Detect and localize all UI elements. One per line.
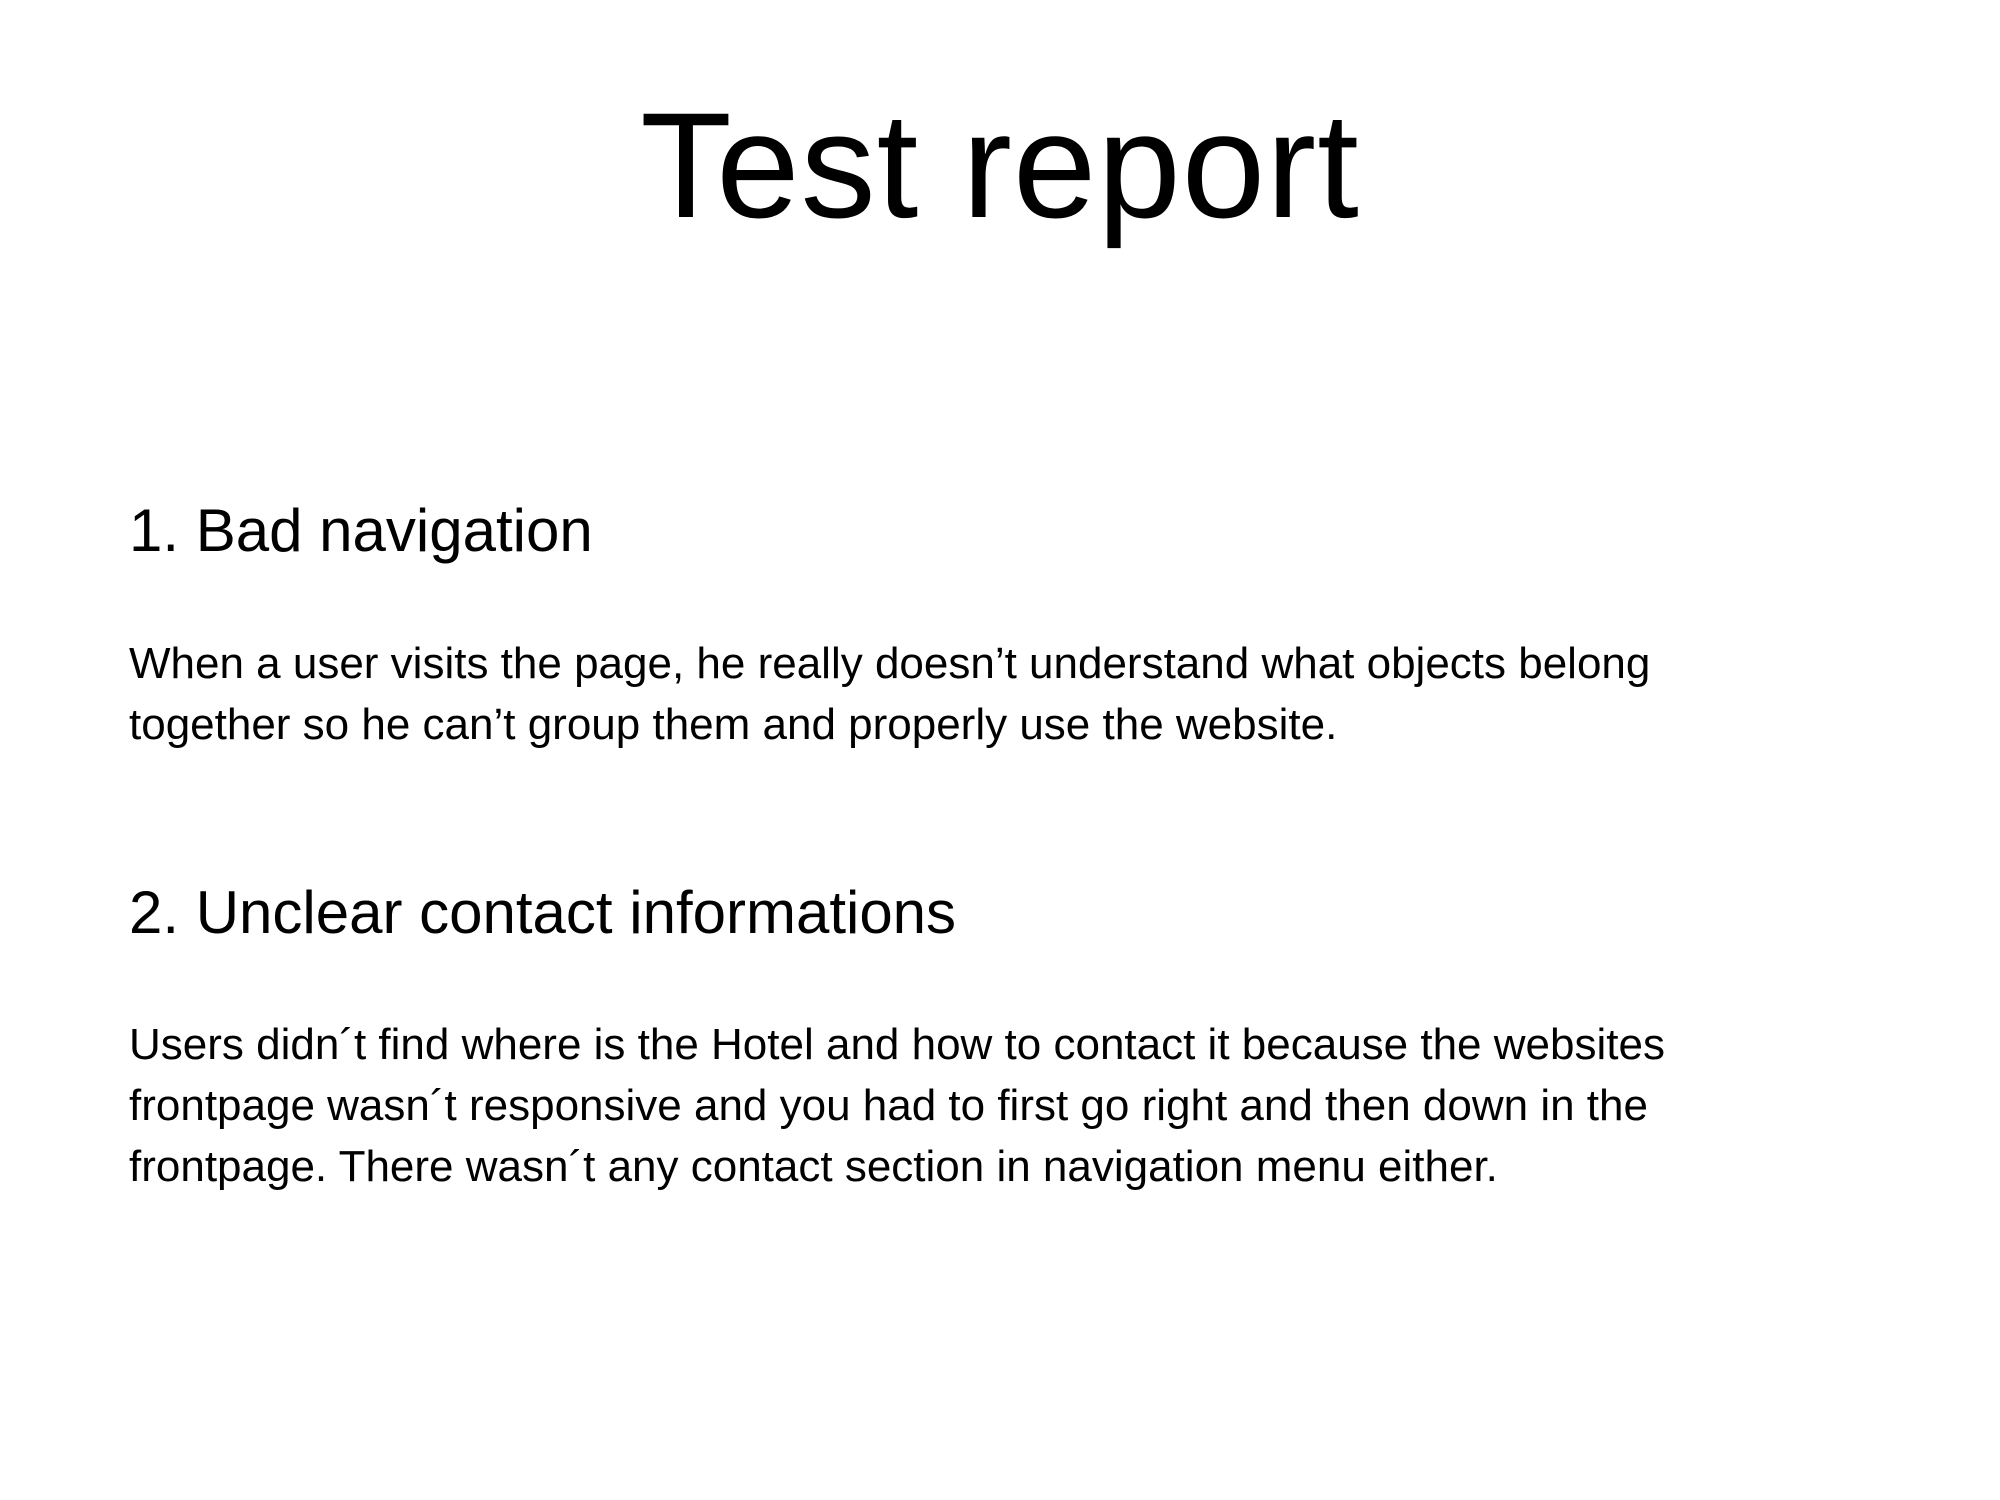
body-line: When a user visits the page, he really d…	[129, 639, 1651, 688]
section-heading-unclear-contact: 2. Unclear contact informations	[129, 879, 957, 946]
page-title: Test report	[640, 81, 1360, 249]
section-heading-bad-navigation: 1. Bad navigation	[129, 497, 593, 564]
section-body-bad-navigation: When a user visits the page, he really d…	[129, 633, 1909, 755]
section-body-unclear-contact: Users didn´t find where is the Hotel and…	[129, 1014, 1909, 1197]
slide: Test report 1. Bad navigation When a use…	[0, 0, 2000, 1500]
body-line: frontpage. There wasn´t any contact sect…	[129, 1142, 1498, 1191]
body-line: frontpage wasn´t responsive and you had …	[129, 1081, 1648, 1130]
body-line: Users didn´t find where is the Hotel and…	[129, 1020, 1665, 1069]
body-line: together so he can’t group them and prop…	[129, 700, 1338, 749]
